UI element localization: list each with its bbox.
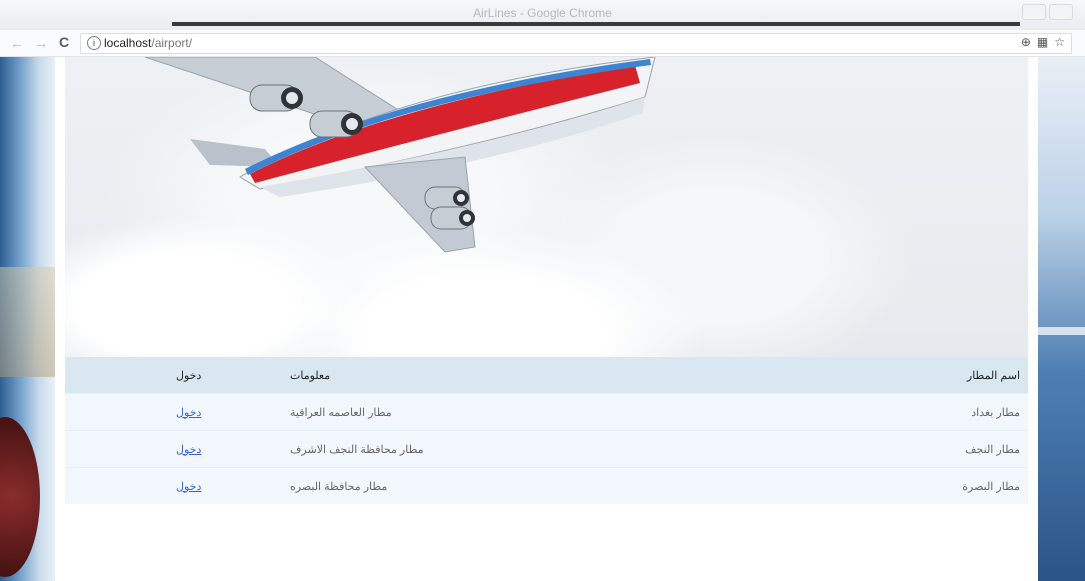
bookmark-star-icon[interactable]: ☆: [1054, 35, 1065, 49]
background-right: [1038, 57, 1085, 581]
url-path: /airport/: [151, 36, 193, 50]
airport-info-cell: مطار العاصمه العراقية: [290, 393, 820, 431]
window-titlebar: AirLines - Google Chrome: [0, 0, 1085, 30]
airplane-image: [144, 57, 656, 253]
table-row: مطار النجف مطار محافظة النجف الاشرف دخول: [65, 430, 1028, 468]
address-bar[interactable]: i localhost/airport/ ⊕ ▦ ☆: [80, 33, 1072, 54]
background-decoration: [1038, 327, 1085, 335]
reload-icon[interactable]: C: [59, 34, 69, 50]
maximize-button[interactable]: [1049, 4, 1073, 20]
browser-toolbar: ← → C i localhost/airport/ ⊕ ▦ ☆: [0, 30, 1085, 57]
tab-strip: [172, 22, 1020, 26]
background-decoration: [0, 267, 55, 377]
forward-icon[interactable]: →: [34, 35, 48, 51]
login-link[interactable]: دخول: [176, 481, 201, 493]
back-icon[interactable]: ←: [10, 35, 24, 51]
column-header-airport-name: اسم المطار: [820, 357, 1028, 394]
zoom-icon[interactable]: ⊕: [1021, 35, 1031, 49]
airports-table: اسم المطار معلومات دخول مطار بغداد مطار …: [65, 357, 1028, 504]
window-title: AirLines - Google Chrome: [473, 6, 612, 20]
table-header-row: اسم المطار معلومات دخول: [65, 357, 1028, 394]
background-decoration: [0, 417, 40, 577]
minimize-button[interactable]: [1022, 4, 1046, 20]
table-row: مطار بغداد مطار العاصمه العراقية دخول: [65, 393, 1028, 431]
login-link[interactable]: دخول: [176, 444, 201, 456]
url-text[interactable]: localhost/airport/: [104, 36, 192, 50]
airport-info-cell: مطار محافظة النجف الاشرف: [290, 430, 820, 468]
airport-info-cell: مطار محافظة البصره: [290, 467, 820, 504]
url-host: localhost: [104, 36, 152, 50]
login-link[interactable]: دخول: [176, 407, 201, 419]
translate-icon[interactable]: ▦: [1037, 35, 1048, 49]
background-left: [0, 57, 55, 581]
column-header-info: معلومات: [290, 357, 820, 394]
airport-name-cell: مطار البصرة: [820, 467, 1028, 504]
airport-name-cell: مطار النجف: [820, 430, 1028, 468]
omnibox-actions: ⊕ ▦ ☆: [1021, 35, 1065, 49]
window-controls: [1022, 4, 1073, 20]
column-header-login: دخول: [65, 357, 290, 394]
airport-name-cell: مطار بغداد: [820, 393, 1028, 431]
info-icon[interactable]: i: [87, 36, 101, 50]
table-row: مطار البصرة مطار محافظة البصره دخول: [65, 467, 1028, 504]
page-content: اسم المطار معلومات دخول مطار بغداد مطار …: [55, 57, 1038, 581]
hero-banner: [65, 57, 1028, 357]
